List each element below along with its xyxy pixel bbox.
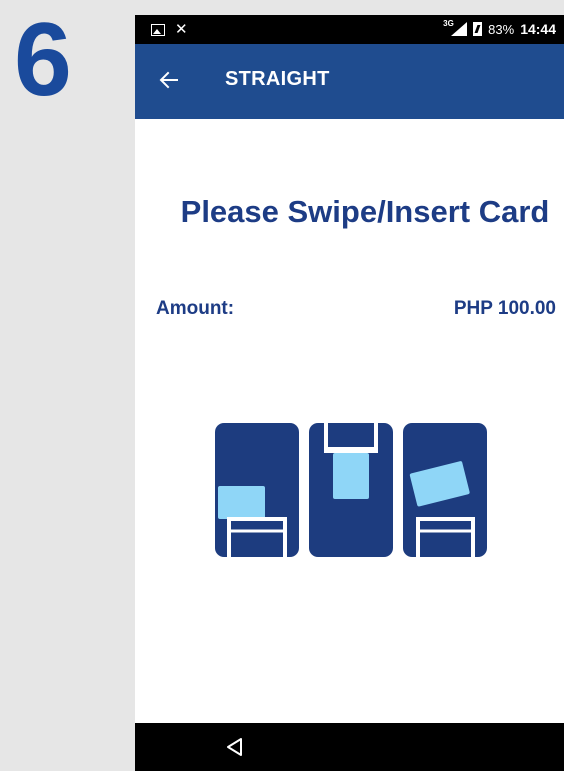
step-number: 6	[14, 2, 72, 118]
app-bar: STRAIGHT	[135, 44, 564, 119]
system-nav-bar	[135, 723, 564, 771]
clock-time: 14:44	[520, 21, 556, 37]
swipe-card	[218, 486, 265, 519]
arrow-left-icon	[159, 71, 178, 89]
insert-card	[333, 453, 369, 499]
amount-value: PHP 100.00	[453, 298, 556, 319]
image-icon	[151, 23, 165, 36]
nav-back-button[interactable]	[223, 735, 247, 759]
nav-back-triangle-icon	[227, 738, 242, 756]
swipe-insert-tap-card-icon	[215, 423, 488, 557]
back-button[interactable]	[153, 64, 185, 96]
battery-charging-icon	[473, 22, 483, 36]
signal-icon: 3G	[443, 19, 468, 36]
amount-row: Amount: PHP 100.00	[156, 298, 556, 324]
status-bar: ✕ 3G 83% 14:44	[135, 15, 564, 44]
network-type: 3G	[443, 19, 454, 28]
amount-label: Amount:	[156, 298, 235, 319]
page-title: STRAIGHT	[225, 68, 330, 90]
tutorial-step-frame: 6 ✕ 3G 83% 14:44 STRAIGHT Please Swipe/I…	[0, 0, 564, 771]
swipe-insert-prompt: Please Swipe/Insert Card	[180, 194, 550, 229]
missed-call-icon: ✕	[175, 21, 188, 38]
phone-screen: ✕ 3G 83% 14:44 STRAIGHT Please Swipe/Ins…	[135, 15, 564, 771]
battery-percent: 83%	[488, 21, 515, 37]
